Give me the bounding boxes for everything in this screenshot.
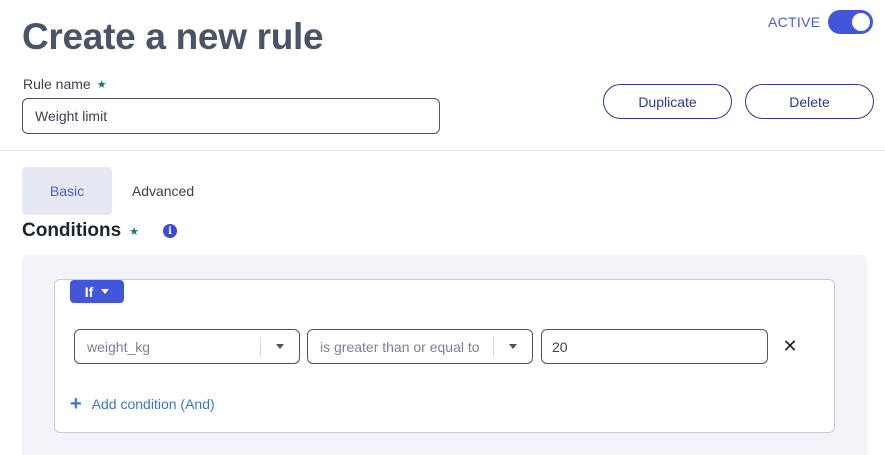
conditions-title: Conditions: [22, 220, 122, 241]
if-dropdown-button[interactable]: If: [70, 280, 124, 303]
operator-select[interactable]: is greater than or equal to: [307, 329, 533, 364]
tab-advanced[interactable]: Advanced: [118, 167, 208, 215]
active-label: ACTIVE: [768, 14, 821, 30]
chevron-down-icon: [261, 344, 299, 349]
toggle-knob: [852, 13, 871, 31]
field-select[interactable]: weight_kg: [74, 329, 300, 364]
add-condition-button[interactable]: + Add condition (And): [70, 394, 215, 414]
chevron-down-icon: [494, 344, 532, 349]
rule-name-input[interactable]: [22, 98, 440, 134]
conditions-heading: Conditions ★ i: [22, 220, 178, 242]
delete-button[interactable]: Delete: [745, 84, 874, 119]
close-icon[interactable]: ✕: [780, 335, 800, 357]
create-rule-page: Create a new rule ACTIVE Rule name ★ Dup…: [0, 0, 885, 455]
tab-basic[interactable]: Basic: [22, 167, 112, 215]
page-title: Create a new rule: [22, 16, 324, 57]
condition-value-input[interactable]: [541, 329, 768, 364]
duplicate-button[interactable]: Duplicate: [603, 84, 732, 119]
header-divider: [0, 150, 885, 151]
active-toggle[interactable]: [828, 10, 874, 34]
add-condition-label: Add condition (And): [91, 396, 215, 412]
operator-select-value: is greater than or equal to: [320, 338, 480, 355]
star-icon: ★: [129, 225, 140, 238]
rule-name-label-text: Rule name: [23, 76, 91, 92]
rule-name-label: Rule name ★: [23, 76, 107, 92]
info-icon[interactable]: i: [163, 224, 178, 238]
if-label: If: [84, 283, 94, 300]
plus-icon: +: [70, 393, 82, 415]
star-icon: ★: [96, 78, 107, 91]
field-select-value: weight_kg: [87, 338, 151, 355]
active-toggle-group: ACTIVE: [768, 10, 874, 34]
chevron-down-icon: [101, 289, 110, 294]
